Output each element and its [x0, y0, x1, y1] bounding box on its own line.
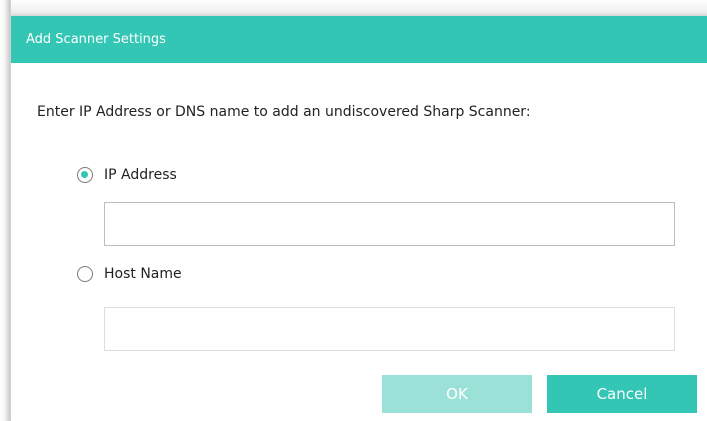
- instruction-text: Enter IP Address or DNS name to add an u…: [37, 104, 531, 120]
- dialog-title: Add Scanner Settings: [26, 32, 166, 47]
- ip-address-radio[interactable]: [77, 167, 93, 183]
- ip-address-input[interactable]: [104, 202, 675, 246]
- add-scanner-dialog: Add Scanner Settings Enter IP Address or…: [11, 16, 707, 421]
- dialog-left-shadow: [0, 0, 11, 421]
- host-name-radio[interactable]: [77, 266, 93, 282]
- screen: Add Scanner Settings Enter IP Address or…: [0, 0, 707, 421]
- host-name-label: Host Name: [104, 266, 182, 282]
- host-name-option[interactable]: Host Name: [77, 264, 182, 284]
- ip-address-label: IP Address: [104, 167, 177, 183]
- ok-button[interactable]: OK: [382, 375, 532, 413]
- dialog-top-shadow: [0, 0, 707, 16]
- dialog-title-bar: Add Scanner Settings: [11, 16, 707, 63]
- ip-address-option[interactable]: IP Address: [77, 165, 177, 185]
- host-name-input[interactable]: [104, 307, 675, 351]
- cancel-button[interactable]: Cancel: [547, 375, 697, 413]
- radio-selected-dot: [81, 171, 88, 178]
